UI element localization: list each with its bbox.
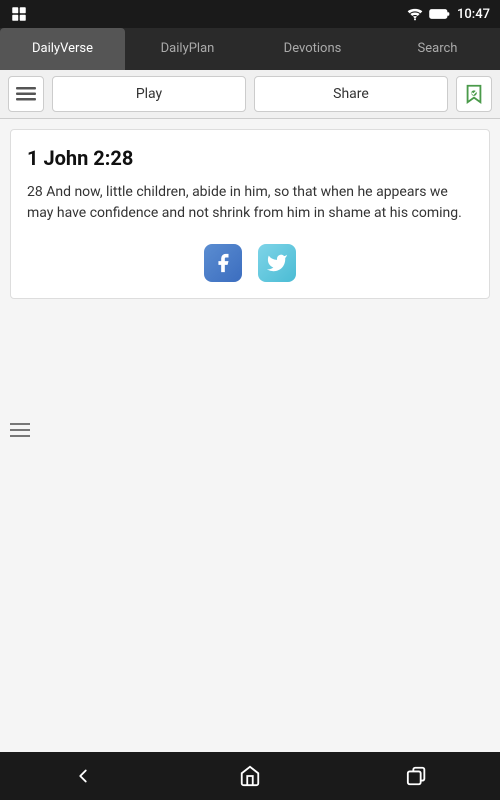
list-icon	[16, 86, 36, 102]
tab-daily-verse[interactable]: DailyVerse	[0, 28, 125, 70]
home-icon	[239, 765, 261, 787]
hamburger-line-1	[10, 423, 30, 425]
action-bar: Play Share	[0, 70, 500, 119]
verse-card: 1 John 2:28 28 And now, little children,…	[10, 129, 490, 299]
facebook-share-button[interactable]	[204, 244, 242, 282]
recent-apps-icon	[406, 765, 428, 787]
app-icon	[10, 5, 28, 23]
list-icon-button[interactable]	[8, 76, 44, 112]
bottom-nav	[0, 752, 500, 800]
recent-apps-button[interactable]	[386, 757, 448, 795]
verse-title: 1 John 2:28	[27, 146, 473, 170]
tab-daily-plan[interactable]: DailyPlan	[125, 28, 250, 70]
time-display: 10:47	[457, 7, 490, 22]
battery-icon	[429, 8, 451, 20]
main-content: 1 John 2:28 28 And now, little children,…	[0, 119, 500, 752]
hamburger-line-3	[10, 435, 30, 437]
status-bar-left	[10, 5, 28, 23]
home-button[interactable]	[219, 757, 281, 795]
tab-bar: DailyVerse DailyPlan Devotions Search	[0, 28, 500, 70]
status-bar-right: 10:47	[407, 7, 490, 22]
tab-search[interactable]: Search	[375, 28, 500, 70]
share-button[interactable]: Share	[254, 76, 448, 112]
twitter-share-button[interactable]	[258, 244, 296, 282]
wifi-icon	[407, 7, 423, 21]
facebook-icon	[212, 252, 234, 274]
back-button[interactable]	[52, 757, 114, 795]
hamburger-line-2	[10, 429, 30, 431]
bookmark-icon	[463, 83, 485, 105]
twitter-icon	[266, 252, 288, 274]
verse-text: 28 And now, little children, abide in hi…	[27, 182, 473, 224]
back-icon	[72, 765, 94, 787]
status-bar: 10:47	[0, 0, 500, 28]
social-icons	[27, 244, 473, 282]
hamburger-menu[interactable]	[10, 423, 30, 437]
tab-devotions[interactable]: Devotions	[250, 28, 375, 70]
bookmark-button[interactable]	[456, 76, 492, 112]
play-button[interactable]: Play	[52, 76, 246, 112]
